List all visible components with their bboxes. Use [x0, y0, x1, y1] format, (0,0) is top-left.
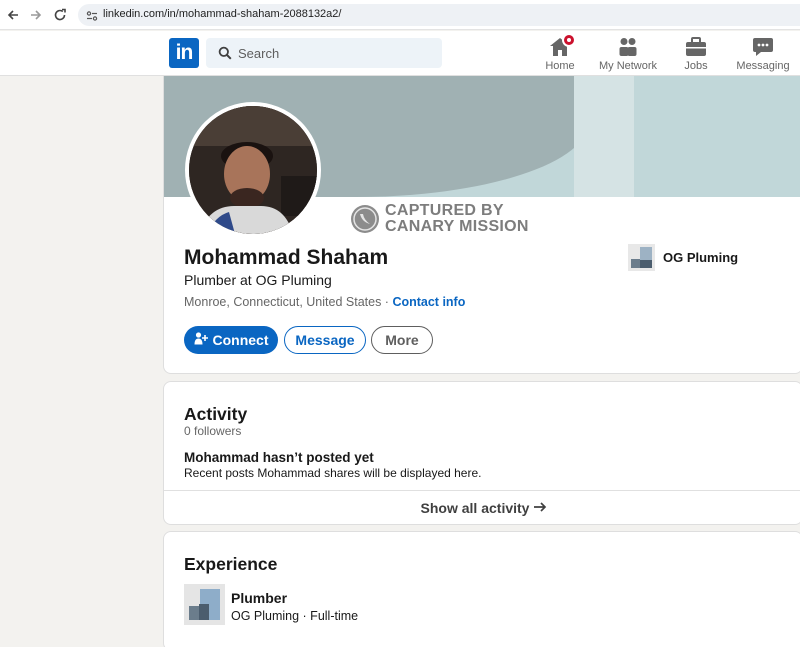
bird-icon: [351, 205, 379, 233]
search-bar[interactable]: [206, 38, 442, 68]
profile-card: CAPTURED BY CANARY MISSION Mohammad Shah…: [163, 76, 800, 374]
company-logo[interactable]: [184, 584, 225, 625]
nav-messaging-label: Messaging: [736, 60, 790, 72]
browser-toolbar: linkedin.com/in/mohammad-shaham-2088132a…: [0, 0, 800, 30]
linkedin-logo[interactable]: in: [169, 38, 199, 68]
company-name: OG Pluming: [663, 250, 739, 265]
current-company[interactable]: OG Pluming: [628, 244, 738, 271]
experience-company: OG Pluming · Full-time: [231, 609, 359, 623]
contact-info-link[interactable]: Contact info: [392, 295, 465, 309]
location-separator: ·: [381, 295, 393, 309]
add-person-icon: [194, 332, 208, 348]
canary-mission-watermark: CAPTURED BY CANARY MISSION: [351, 203, 529, 235]
nav-jobs-label: Jobs: [684, 60, 708, 72]
notification-badge: [562, 33, 576, 47]
connect-label: Connect: [212, 332, 269, 348]
nav-jobs[interactable]: Jobs: [682, 36, 710, 76]
show-all-activity-label: Show all activity: [420, 500, 530, 516]
no-posts-subtitle: Recent posts Mohammad shares will be dis…: [184, 466, 482, 480]
experience-card: Experience Plumber OG Pluming · Full-tim…: [163, 531, 800, 647]
experience-role: Plumber: [231, 590, 288, 606]
activity-title: Activity: [184, 404, 248, 424]
nav-messaging[interactable]: Messaging: [736, 36, 790, 76]
avatar[interactable]: [185, 102, 321, 238]
arrow-right-icon: [533, 500, 547, 516]
watermark-line-1: CAPTURED BY: [385, 202, 504, 219]
company-logo: [628, 244, 655, 271]
reload-icon[interactable]: [51, 6, 69, 24]
nav-home-label: Home: [545, 60, 575, 72]
briefcase-icon: [684, 36, 708, 58]
connect-button[interactable]: Connect: [184, 326, 278, 354]
message-button[interactable]: Message: [284, 326, 366, 354]
activity-card: Activity 0 followers Mohammad hasn’t pos…: [163, 381, 800, 525]
followers-count[interactable]: 0 followers: [184, 424, 241, 438]
url-text[interactable]: linkedin.com/in/mohammad-shaham-2088132a…: [103, 8, 341, 20]
forward-arrow-icon[interactable]: [27, 6, 45, 24]
profile-location-row: Monroe, Connecticut, United States · Con…: [184, 295, 465, 309]
address-bar[interactable]: linkedin.com/in/mohammad-shaham-2088132a…: [78, 4, 800, 26]
nav-my-network-label: My Network: [598, 60, 658, 72]
profile-headline: Plumber at OG Pluming: [184, 272, 332, 288]
profile-location: Monroe, Connecticut, United States: [184, 295, 382, 309]
site-settings-icon[interactable]: [86, 9, 98, 27]
show-all-activity-button[interactable]: Show all activity: [164, 490, 800, 524]
message-label: Message: [295, 332, 355, 348]
back-arrow-icon[interactable]: [4, 6, 22, 24]
network-icon: [616, 36, 640, 58]
search-input[interactable]: [238, 38, 428, 68]
linkedin-header: in Home My Network Jobs Messaging: [0, 31, 800, 76]
nav-home[interactable]: Home: [542, 33, 578, 76]
profile-name: Mohammad Shaham: [184, 246, 389, 269]
more-label: More: [385, 332, 419, 348]
no-posts-title: Mohammad hasn’t posted yet: [184, 450, 374, 465]
nav-my-network[interactable]: My Network: [597, 36, 659, 76]
experience-title: Experience: [184, 554, 278, 574]
home-icon: [548, 33, 576, 58]
search-icon: [218, 46, 232, 65]
more-button[interactable]: More: [371, 326, 433, 354]
chat-icon: [751, 36, 775, 58]
watermark-line-2: CANARY MISSION: [385, 218, 529, 235]
